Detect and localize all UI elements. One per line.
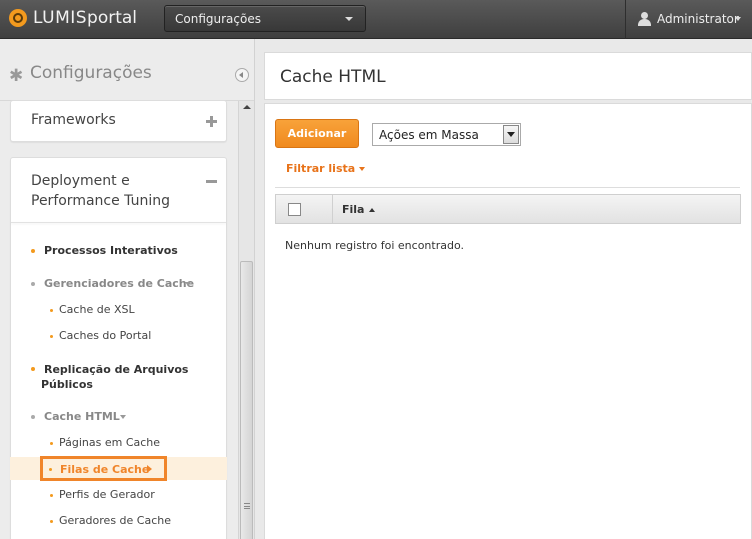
site-select-value: Configurações bbox=[175, 12, 261, 26]
sidebar-scrollbar[interactable] bbox=[238, 101, 254, 539]
select-all-checkbox[interactable] bbox=[288, 203, 301, 216]
gear-icon: ✱ bbox=[9, 66, 24, 86]
sidebar-item-gerenciadores-de-cache[interactable]: Gerenciadores de Cache bbox=[10, 276, 227, 292]
add-button[interactable]: Adicionar bbox=[275, 119, 359, 148]
chevron-right-icon bbox=[147, 465, 152, 473]
user-icon bbox=[638, 12, 651, 26]
sidebar-card-label: Deployment e Performance Tuning bbox=[31, 173, 170, 209]
sort-ascending-icon bbox=[369, 208, 376, 212]
sidebar-item-processos-interativos[interactable]: Processos Interativos bbox=[10, 243, 227, 259]
bulk-actions-select[interactable]: Ações em Massa bbox=[372, 123, 521, 146]
select-all-cell bbox=[276, 195, 333, 223]
sidebar-header: ✱ Configurações bbox=[0, 39, 254, 101]
bulk-actions-value: Ações em Massa bbox=[379, 128, 479, 142]
sidebar-card-frameworks[interactable]: Frameworks bbox=[10, 100, 227, 142]
main-panel: Adicionar Ações em Massa Filtrar lista F… bbox=[264, 103, 752, 539]
sidebar-item-cache-html[interactable]: Cache HTML bbox=[10, 409, 227, 425]
user-menu[interactable]: Administrator bbox=[625, 0, 752, 39]
logo-text-portal: portal bbox=[87, 8, 138, 28]
sidebar-card-deployment[interactable]: Deployment e Performance Tuning bbox=[10, 157, 227, 539]
page-title: Cache HTML bbox=[280, 67, 386, 87]
sidebar-item-perfis-de-gerador[interactable]: Perfis de Gerador bbox=[10, 487, 227, 503]
user-name: Administrator bbox=[657, 12, 739, 26]
sidebar-item-cache-de-xsl[interactable]: Cache de XSL bbox=[10, 302, 227, 318]
scrollbar-thumb[interactable] bbox=[240, 261, 253, 539]
lumis-logo-icon bbox=[9, 9, 27, 27]
filter-list-link[interactable]: Filtrar lista bbox=[286, 162, 366, 175]
page-header: Cache HTML bbox=[264, 52, 752, 100]
chevron-down-icon bbox=[120, 415, 126, 419]
grip-icon bbox=[244, 503, 250, 509]
chevron-down-icon bbox=[735, 17, 741, 21]
top-bar: LUMIS portal Configurações Administrator bbox=[0, 0, 752, 39]
dropdown-arrow-icon[interactable] bbox=[503, 125, 519, 144]
collapse-sidebar-button[interactable] bbox=[235, 68, 249, 82]
plus-icon[interactable] bbox=[206, 116, 217, 127]
sidebar-item-replicacao-de-arquivos[interactable]: Replicação de Arquivos Públicos bbox=[10, 361, 227, 393]
scroll-up-arrow-icon[interactable] bbox=[243, 105, 251, 109]
minus-icon[interactable] bbox=[206, 180, 217, 183]
divider bbox=[11, 222, 226, 223]
sidebar-item-paginas-em-cache[interactable]: Páginas em Cache bbox=[10, 435, 227, 451]
logo-text-lumis: LUMIS bbox=[33, 8, 88, 28]
sidebar-item-geradores-de-cache[interactable]: Geradores de Cache bbox=[10, 513, 227, 529]
chevron-down-icon bbox=[185, 282, 191, 286]
sidebar-item-filas-de-cache[interactable]: Filas de Cache bbox=[40, 456, 167, 481]
sidebar-item-caches-do-portal[interactable]: Caches do Portal bbox=[10, 328, 227, 344]
sidebar-title: Configurações bbox=[30, 63, 152, 83]
empty-table-message: Nenhum registro foi encontrado. bbox=[285, 239, 464, 252]
chevron-down-icon bbox=[345, 17, 353, 21]
chevron-down-icon bbox=[359, 167, 366, 171]
lumis-portal-logo[interactable]: LUMIS portal bbox=[9, 8, 137, 28]
column-header-fila[interactable]: Fila bbox=[342, 203, 376, 216]
divider bbox=[275, 187, 740, 188]
table-header: Fila bbox=[275, 194, 741, 224]
sidebar-card-label: Frameworks bbox=[31, 112, 116, 128]
site-select-dropdown[interactable]: Configurações bbox=[164, 5, 366, 32]
sidebar: ✱ Configurações Frameworks Deployment e … bbox=[0, 39, 255, 539]
